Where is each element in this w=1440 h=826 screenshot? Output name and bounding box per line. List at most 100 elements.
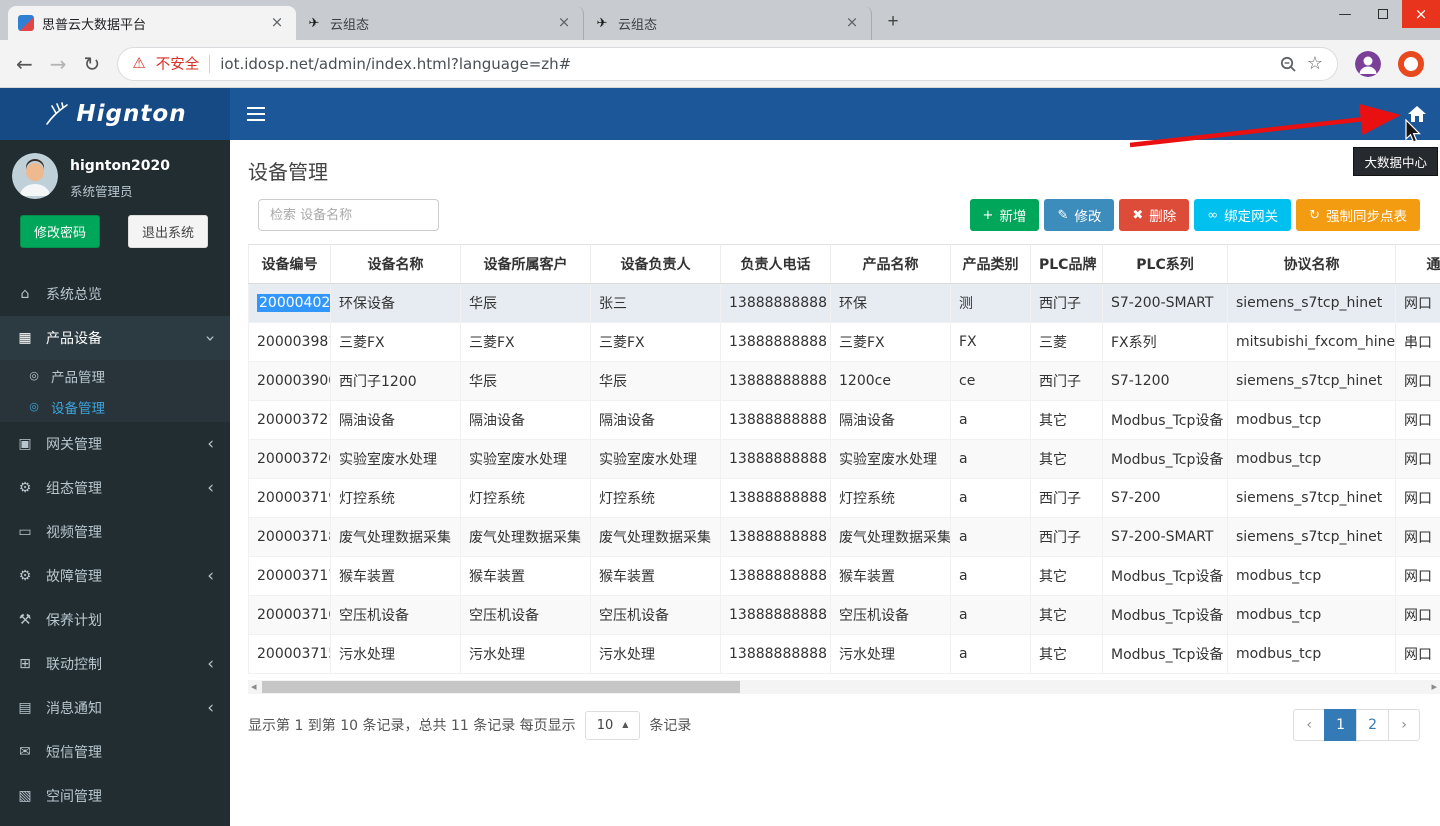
toolbar-button-delete[interactable]: ✖删除 — [1119, 199, 1189, 231]
browser-tab[interactable]: ✈云组态× — [296, 6, 584, 40]
home-icon — [1407, 105, 1427, 123]
column-header[interactable]: 负责人电话 — [721, 245, 831, 284]
sidebar-item-maintenance-plan[interactable]: ⚒保养计划 — [0, 598, 230, 642]
sidebar-item-space-management[interactable]: ▧空间管理 — [0, 774, 230, 818]
pagination-pages: ‹12› — [1293, 709, 1420, 741]
table-row[interactable]: 200003720实验室废水处理实验室废水处理实验室废水处理1388888888… — [249, 440, 1440, 479]
scroll-right-icon[interactable]: ▸ — [1431, 680, 1437, 694]
sidebar-item-fault-management[interactable]: ⚙故障管理‹ — [0, 554, 230, 598]
table-cell: 测 — [951, 284, 1031, 323]
table-row[interactable]: 200003721隔油设备隔油设备隔油设备13888888888隔油设备a其它M… — [249, 401, 1440, 440]
table-cell: 华辰 — [461, 362, 591, 401]
table-row[interactable]: 200003981三菱FX三菱FX三菱FX13888888888三菱FXFX三菱… — [249, 323, 1440, 362]
column-header[interactable]: 协议名称 — [1228, 245, 1396, 284]
address-bar[interactable]: ⚠ 不安全 iot.idosp.net/admin/index.html?lan… — [117, 47, 1338, 81]
device-table: 设备编号设备名称设备所属客户设备负责人负责人电话产品名称产品类别PLC品牌PLC… — [248, 244, 1440, 674]
column-header[interactable]: 设备负责人 — [591, 245, 721, 284]
sidebar-item-gateway-management[interactable]: ▣网关管理‹ — [0, 422, 230, 466]
user-info: hignton2020 系统管理员 — [70, 153, 170, 200]
page-prev-button[interactable]: ‹ — [1293, 709, 1325, 741]
forward-button[interactable]: → — [50, 54, 67, 74]
app-logo[interactable]: Hignton — [0, 88, 230, 140]
table-cell: 西门子1200 — [331, 362, 461, 401]
column-header[interactable]: 产品名称 — [831, 245, 951, 284]
page-next-button[interactable]: › — [1388, 709, 1420, 741]
sidebar-item-sms-management[interactable]: ✉短信管理 — [0, 730, 230, 774]
minimize-button[interactable]: — — [1326, 0, 1364, 28]
page-button-1[interactable]: 1 — [1324, 709, 1357, 741]
sidebar-item-system-overview[interactable]: ⌂系统总览 — [0, 272, 230, 316]
table-cell: ce — [951, 362, 1031, 401]
table-cell: 空压机设备 — [591, 596, 721, 635]
logout-button[interactable]: 退出系统 — [128, 215, 208, 248]
circle-icon: ◎ — [27, 369, 41, 382]
column-header[interactable]: 通讯 — [1396, 245, 1440, 284]
column-header[interactable]: PLC系列 — [1103, 245, 1228, 284]
toolbar-button-add[interactable]: +新增 — [970, 199, 1040, 231]
table-cell: 实验室废水处理 — [331, 440, 461, 479]
table-cell: siemens_s7tcp_hinet — [1228, 479, 1396, 518]
table-cell: 网口 — [1396, 557, 1440, 596]
tab-close-button[interactable]: × — [843, 14, 861, 32]
tab-close-button[interactable]: × — [555, 14, 573, 32]
close-window-button[interactable]: × — [1402, 0, 1440, 28]
table-cell: 灯控系统 — [461, 479, 591, 518]
table-row[interactable]: 200003719灯控系统灯控系统灯控系统13888888888灯控系统a西门子… — [249, 479, 1440, 518]
horizontal-scrollbar[interactable]: ◂ ▸ — [248, 680, 1440, 694]
table-row[interactable]: 200003717猴车装置猴车装置猴车装置13888888888猴车装置a其它M… — [249, 557, 1440, 596]
column-header[interactable]: 设备所属客户 — [461, 245, 591, 284]
column-header[interactable]: PLC品牌 — [1031, 245, 1103, 284]
profile-avatar-icon[interactable] — [1355, 51, 1381, 77]
wrench-icon: ⚒ — [16, 612, 34, 628]
table-row[interactable]: 200004029环保设备华辰张三13888888888环保测西门子S7-200… — [249, 284, 1440, 323]
sidebar-item-label: 设备管理 — [51, 397, 105, 417]
table-cell: 灯控系统 — [831, 479, 951, 518]
new-tab-button[interactable]: + — [878, 7, 908, 37]
app-header: Hignton — [0, 88, 1440, 140]
page-size-dropdown[interactable]: 10 ▲ — [585, 711, 641, 740]
sidebar-item-device-management[interactable]: ◎设备管理 — [0, 391, 230, 422]
table-cell: siemens_s7tcp_hinet — [1228, 284, 1396, 323]
home-button[interactable] — [1394, 88, 1440, 140]
table-row[interactable]: 200003715污水处理污水处理污水处理13888888888污水处理a其它M… — [249, 635, 1440, 674]
sidebar-item-product-management[interactable]: ◎产品管理 — [0, 360, 230, 391]
table-cell: 废气处理数据采集 — [331, 518, 461, 557]
column-header[interactable]: 设备编号 — [249, 245, 331, 284]
sidebar-item-label: 消息通知 — [46, 698, 102, 718]
sidebar-item-scada-management[interactable]: ⚙组态管理‹ — [0, 466, 230, 510]
column-header[interactable]: 产品类别 — [951, 245, 1031, 284]
bookmark-star-icon[interactable]: ☆ — [1307, 53, 1323, 74]
table-cell: 13888888888 — [721, 362, 831, 401]
scroll-left-icon[interactable]: ◂ — [251, 680, 257, 694]
browser-tab[interactable]: ✈云组态× — [584, 6, 872, 40]
maximize-button[interactable] — [1364, 0, 1402, 28]
sidebar-item-video-management[interactable]: ▭视频管理 — [0, 510, 230, 554]
table-cell: 串口 — [1396, 323, 1440, 362]
zoom-icon[interactable] — [1279, 55, 1297, 73]
browser-tab[interactable]: 思普云大数据平台× — [8, 6, 296, 40]
toolbar-button-force-sync[interactable]: ↻强制同步点表 — [1296, 199, 1420, 231]
browser-logo-icon[interactable] — [1398, 51, 1424, 77]
table-cell: 其它 — [1031, 440, 1103, 479]
table-row[interactable]: 200003718废气处理数据采集废气处理数据采集废气处理数据采集1388888… — [249, 518, 1440, 557]
summary-text: 显示第 1 到第 10 条记录，总共 11 条记录 每页显示 — [248, 715, 576, 735]
sidebar-item-message-notice[interactable]: ▤消息通知‹ — [0, 686, 230, 730]
tab-close-button[interactable]: × — [268, 14, 286, 32]
reload-button[interactable]: ↻ — [84, 54, 101, 74]
table-cell: S7-200-SMART — [1103, 284, 1228, 323]
column-header[interactable]: 设备名称 — [331, 245, 461, 284]
toolbar-button-edit[interactable]: ✎修改 — [1044, 199, 1114, 231]
scrollbar-thumb[interactable] — [262, 681, 740, 693]
sidebar-menu: ⌂系统总览▦产品设备‹◎产品管理◎设备管理▣网关管理‹⚙组态管理‹▭视频管理⚙故… — [0, 272, 230, 818]
table-row[interactable]: 200003716空压机设备空压机设备空压机设备13888888888空压机设备… — [249, 596, 1440, 635]
page-button-2[interactable]: 2 — [1356, 709, 1389, 741]
sidebar-toggle-button[interactable] — [230, 88, 282, 140]
sidebar-item-linkage-control[interactable]: ⊞联动控制‹ — [0, 642, 230, 686]
change-password-button[interactable]: 修改密码 — [20, 215, 100, 248]
sidebar-item-product-device[interactable]: ▦产品设备‹ — [0, 316, 230, 360]
table-row[interactable]: 200003900西门子1200华辰华辰138888888881200cece西… — [249, 362, 1440, 401]
user-avatar[interactable] — [12, 153, 58, 199]
search-input[interactable] — [258, 199, 439, 231]
back-button[interactable]: ← — [16, 54, 33, 74]
toolbar-button-bind-gateway[interactable]: ∞绑定网关 — [1194, 199, 1291, 231]
